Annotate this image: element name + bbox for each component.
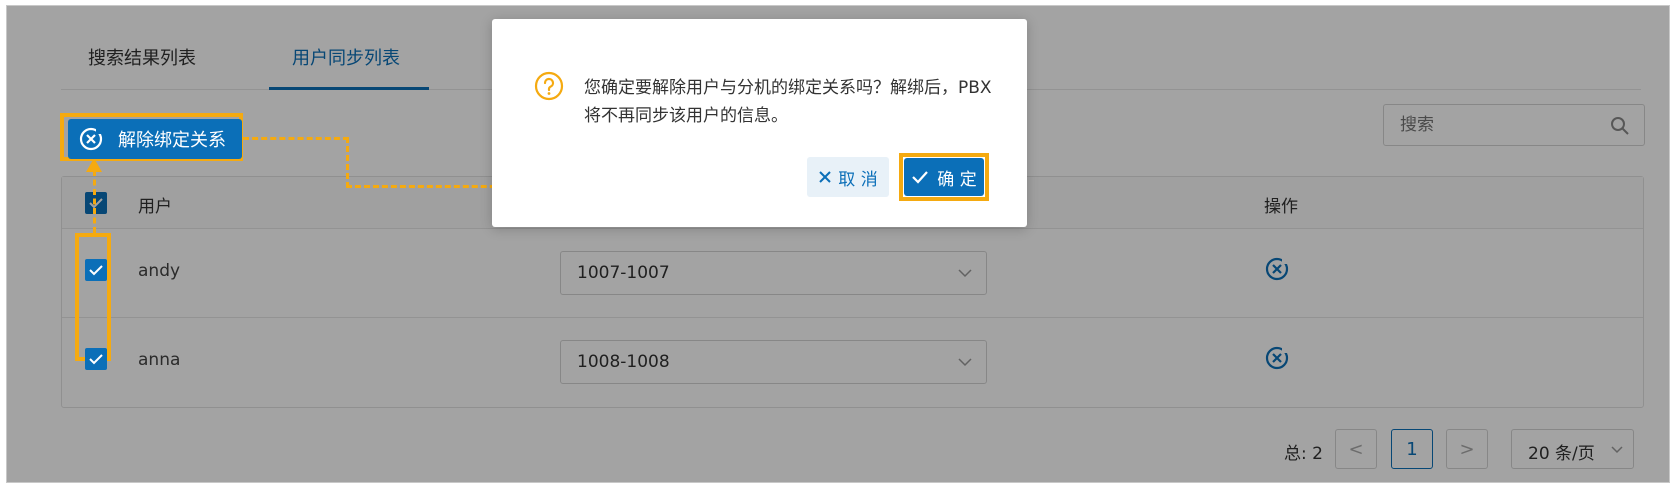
annotation-dash-line (93, 170, 96, 233)
check-icon (89, 265, 103, 276)
app-frame: 搜索结果列表 用户同步列表 用户 操作 andy 1007-1007 (6, 5, 1670, 483)
annotation-dash-line (346, 137, 349, 188)
unbind-button[interactable]: 解除绑定关系 (68, 119, 242, 159)
annotation-arrow-up-icon (86, 158, 102, 172)
annotation-dash-line (243, 137, 349, 140)
unbind-icon (79, 127, 103, 151)
cancel-button[interactable]: 取 消 (807, 157, 889, 197)
check-icon (89, 354, 103, 365)
cancel-button-label: 取 消 (838, 169, 878, 190)
question-icon (534, 71, 564, 101)
unbind-button-label: 解除绑定关系 (118, 130, 226, 151)
dialog-message: 您确定要解除用户与分机的绑定关系吗？解绑后，PBX将不再同步该用户的信息。 (584, 78, 992, 126)
highlight-row-checkboxes (75, 233, 111, 361)
row-checkbox[interactable] (85, 259, 107, 281)
close-icon (819, 171, 832, 183)
confirm-dialog: 您确定要解除用户与分机的绑定关系吗？解绑后，PBX将不再同步该用户的信息。 取 … (492, 19, 1027, 227)
highlight-confirm-button (899, 153, 989, 201)
row-checkbox[interactable] (85, 348, 107, 370)
